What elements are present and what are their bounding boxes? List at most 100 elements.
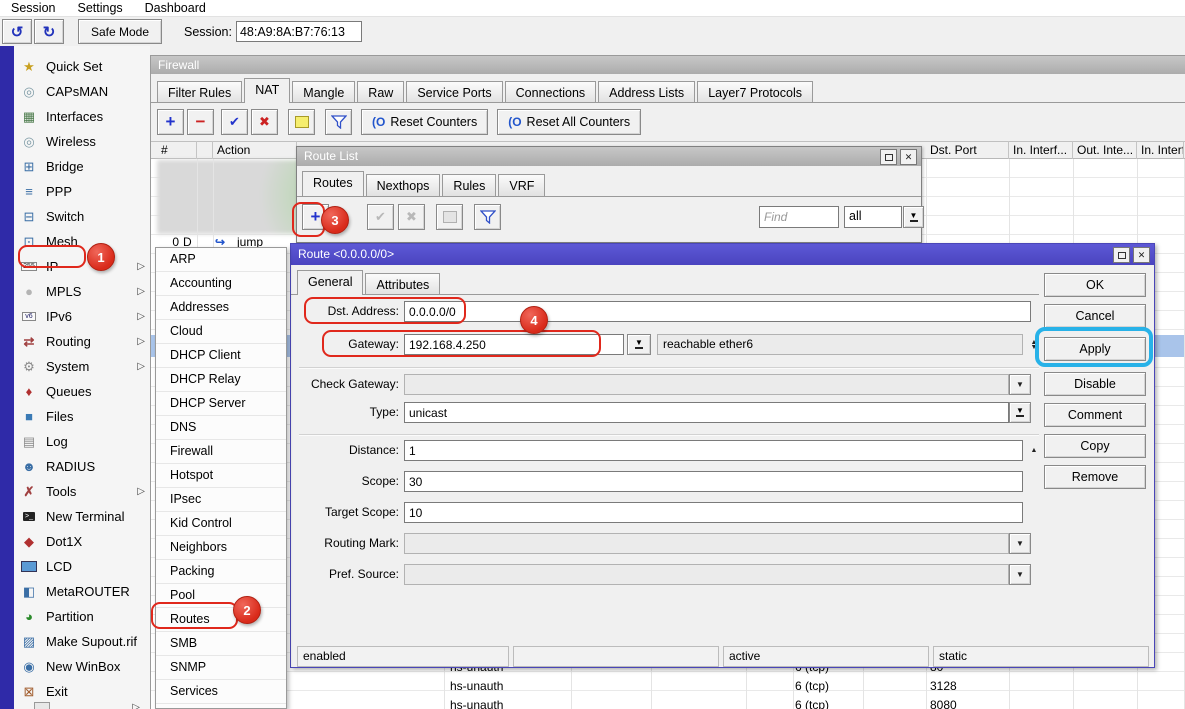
- sidebar-item-mpls[interactable]: MPLS▷: [14, 279, 150, 304]
- filter-rules-button[interactable]: [325, 109, 352, 135]
- menu-session[interactable]: Session: [0, 0, 66, 16]
- copy-button[interactable]: Copy: [1044, 434, 1146, 458]
- comment-button[interactable]: Comment: [1044, 403, 1146, 427]
- tab-general[interactable]: General: [297, 270, 363, 295]
- submenu-item-cloud[interactable]: Cloud: [156, 320, 286, 344]
- filter-select[interactable]: all: [844, 206, 902, 228]
- sidebar-item-radius[interactable]: RADIUS: [14, 454, 150, 479]
- filter-routes-button[interactable]: [474, 204, 501, 230]
- dst-address-input[interactable]: [404, 301, 1031, 322]
- pref-source-select[interactable]: [404, 564, 1009, 585]
- sidebar-item-partition[interactable]: Partition: [14, 604, 150, 629]
- submenu-item-arp[interactable]: ARP: [156, 248, 286, 272]
- target-scope-input[interactable]: [404, 502, 1023, 523]
- disable-button[interactable]: Disable: [1044, 372, 1146, 396]
- tab-attributes[interactable]: Attributes: [365, 273, 440, 295]
- sidebar-item-lcd[interactable]: LCD: [14, 554, 150, 579]
- submenu-item-addresses[interactable]: Addresses: [156, 296, 286, 320]
- sidebar-item-files[interactable]: Files: [14, 404, 150, 429]
- cancel-button[interactable]: Cancel: [1044, 304, 1146, 328]
- apply-button[interactable]: Apply: [1044, 337, 1146, 361]
- tab-layer7-protocols[interactable]: Layer7 Protocols: [697, 81, 813, 103]
- sidebar-item-metarouter[interactable]: MetaROUTER: [14, 579, 150, 604]
- remove-rule-button[interactable]: −: [187, 109, 214, 135]
- enable-route-button[interactable]: ✔: [367, 204, 394, 230]
- scope-input[interactable]: [404, 471, 1023, 492]
- sidebar-item-switch[interactable]: Switch: [14, 204, 150, 229]
- submenu-item-routes[interactable]: Routes: [156, 608, 286, 632]
- route-dialog-titlebar[interactable]: Route <0.0.0.0/0>: [291, 244, 1154, 265]
- sidebar-item-system[interactable]: System▷: [14, 354, 150, 379]
- routing-mark-select[interactable]: [404, 533, 1009, 554]
- table-row[interactable]: hs-unauth6 (tcp)80: [290, 668, 1185, 679]
- column-header-in-interf[interactable]: In. Interf...: [1009, 141, 1073, 159]
- tab-address-lists[interactable]: Address Lists: [598, 81, 695, 103]
- sidebar-item-new-winbox[interactable]: New WinBox: [14, 654, 150, 679]
- find-input[interactable]: [759, 206, 839, 228]
- close-button[interactable]: ✕: [900, 149, 917, 165]
- sidebar-item-ppp[interactable]: PPP: [14, 179, 150, 204]
- pref-source-dropdown-button[interactable]: ▼: [1009, 564, 1031, 585]
- tab-filter-rules[interactable]: Filter Rules: [157, 81, 242, 103]
- menu-dashboard[interactable]: Dashboard: [134, 0, 217, 16]
- sidebar-item-routing[interactable]: Routing▷: [14, 329, 150, 354]
- submenu-item-firewall[interactable]: Firewall: [156, 440, 286, 464]
- sidebar-item-wireless[interactable]: Wireless: [14, 129, 150, 154]
- sidebar-item-log[interactable]: Log: [14, 429, 150, 454]
- submenu-item-dhcp-server[interactable]: DHCP Server: [156, 392, 286, 416]
- tab-nexthops[interactable]: Nexthops: [366, 174, 441, 196]
- tab-raw[interactable]: Raw: [357, 81, 404, 103]
- type-select[interactable]: [404, 402, 1009, 423]
- add-rule-button[interactable]: +: [157, 109, 184, 135]
- maximize-button[interactable]: [880, 149, 897, 165]
- sidebar-item-interfaces[interactable]: Interfaces: [14, 104, 150, 129]
- sidebar-item-dot1x[interactable]: Dot1X: [14, 529, 150, 554]
- gateway-spinner[interactable]: ▲▼: [1027, 334, 1041, 355]
- session-input[interactable]: [236, 21, 362, 42]
- submenu-item-dns[interactable]: DNS: [156, 416, 286, 440]
- distance-input[interactable]: [404, 440, 1023, 461]
- ok-button[interactable]: OK: [1044, 273, 1146, 297]
- sidebar-item-queues[interactable]: Queues: [14, 379, 150, 404]
- firewall-titlebar[interactable]: Firewall: [151, 56, 1185, 74]
- column-header-out-inte[interactable]: Out. Inte...: [1073, 141, 1137, 159]
- submenu-item-kid-control[interactable]: Kid Control: [156, 512, 286, 536]
- tab-mangle[interactable]: Mangle: [292, 81, 355, 103]
- menu-settings[interactable]: Settings: [66, 0, 133, 16]
- submenu-item-ipsec[interactable]: IPsec: [156, 488, 286, 512]
- tab-service-ports[interactable]: Service Ports: [406, 81, 502, 103]
- tab-connections[interactable]: Connections: [505, 81, 597, 103]
- reset-all-counters-button[interactable]: (OReset All Counters: [497, 109, 641, 135]
- remove-button[interactable]: Remove: [1044, 465, 1146, 489]
- distance-spinner[interactable]: ▲: [1027, 440, 1041, 461]
- check-gateway-select[interactable]: [404, 374, 1009, 395]
- gateway-input[interactable]: [404, 334, 624, 355]
- route-list-titlebar[interactable]: Route List: [297, 147, 921, 166]
- disable-route-button[interactable]: ✖: [398, 204, 425, 230]
- sidebar-item-exit[interactable]: Exit: [14, 679, 150, 704]
- enable-rule-button[interactable]: ✔: [221, 109, 248, 135]
- submenu-item-packing[interactable]: Packing: [156, 560, 286, 584]
- sidebar-item-tools[interactable]: Tools▷: [14, 479, 150, 504]
- sidebar-item-bridge[interactable]: Bridge: [14, 154, 150, 179]
- filter-dropdown-button[interactable]: ▼: [903, 206, 924, 228]
- column-header-number[interactable]: #: [157, 141, 197, 159]
- sidebar-item-new-terminal[interactable]: New Terminal: [14, 504, 150, 529]
- submenu-item-dhcp-client[interactable]: DHCP Client: [156, 344, 286, 368]
- type-dropdown-button[interactable]: ▼: [1009, 402, 1031, 423]
- comment-rule-button[interactable]: [288, 109, 315, 135]
- submenu-item-hotspot[interactable]: Hotspot: [156, 464, 286, 488]
- column-header-flags[interactable]: [197, 141, 213, 159]
- sidebar-item-quick-set[interactable]: Quick Set: [14, 54, 150, 79]
- routing-mark-dropdown-button[interactable]: ▼: [1009, 533, 1031, 554]
- tab-vrf[interactable]: VRF: [498, 174, 545, 196]
- submenu-item-dhcp-relay[interactable]: DHCP Relay: [156, 368, 286, 392]
- column-header-action[interactable]: Action: [213, 141, 297, 159]
- check-gateway-dropdown-button[interactable]: ▼: [1009, 374, 1031, 395]
- safe-mode-button[interactable]: Safe Mode: [78, 19, 162, 44]
- submenu-item-neighbors[interactable]: Neighbors: [156, 536, 286, 560]
- tab-routes[interactable]: Routes: [302, 171, 364, 196]
- redo-button[interactable]: ↻: [34, 19, 64, 44]
- sidebar-item-ip[interactable]: IP▷: [14, 254, 150, 279]
- sidebar-item-ipv6[interactable]: IPv6▷: [14, 304, 150, 329]
